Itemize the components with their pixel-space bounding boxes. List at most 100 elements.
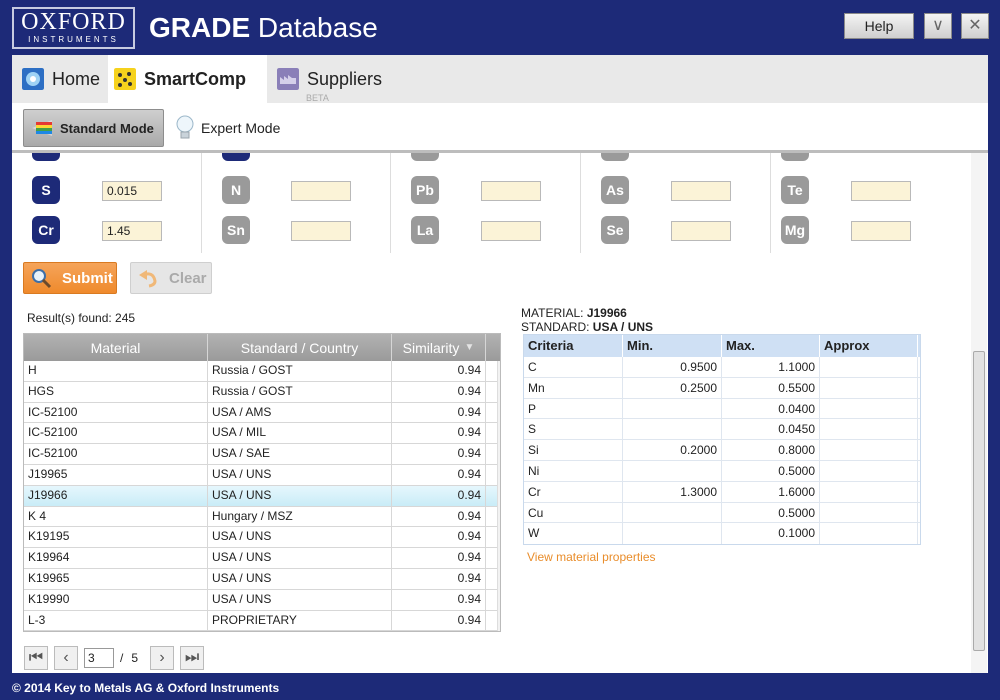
cell-min: 0.9500 (623, 357, 722, 377)
table-row[interactable]: IC-52100 USA / MIL 0.94 (24, 423, 500, 445)
cell-standard: USA / UNS (208, 568, 392, 589)
element-badge-partial (601, 153, 629, 161)
element-badge-te[interactable]: Te (781, 176, 809, 204)
cell-similarity: 0.94 (392, 589, 486, 610)
criteria-row: P 0.0400 (524, 398, 920, 420)
table-row[interactable]: J19965 USA / UNS 0.94 (24, 464, 500, 486)
table-row[interactable]: K19964 USA / UNS 0.94 (24, 548, 500, 569)
element-badge-la[interactable]: La (411, 216, 439, 244)
cell-max: 1.1000 (722, 357, 820, 377)
cell-approx (820, 398, 918, 419)
element-input-cr[interactable]: 1.45 (102, 221, 162, 241)
page-separator: / (120, 651, 124, 665)
last-page-button[interactable]: ⏭ (180, 646, 205, 670)
prism-icon (32, 120, 52, 136)
element-input-la[interactable] (481, 221, 541, 241)
tab-suppliers[interactable]: Suppliers (277, 55, 397, 103)
cell-material: IC-52100 (24, 444, 208, 464)
element-badge-mg[interactable]: Mg (781, 216, 809, 244)
table-row[interactable]: IC-52100 USA / SAE 0.94 (24, 444, 500, 465)
table-row[interactable]: L-3 PROPRIETARY 0.94 (24, 610, 500, 631)
element-input-s[interactable]: 0.015 (102, 181, 162, 201)
submit-label: Submit (62, 269, 113, 287)
element-badge-sn[interactable]: Sn (222, 216, 250, 244)
element-input-as[interactable] (671, 181, 731, 201)
results-scroll-thumb[interactable] (500, 551, 501, 607)
next-page-button[interactable]: › (150, 646, 175, 670)
element-input-mg[interactable] (851, 221, 911, 241)
element-badge-se[interactable]: Se (601, 216, 629, 244)
tab-home[interactable]: Home (22, 55, 106, 103)
cell-max: 0.5000 (722, 502, 820, 523)
element-input-te[interactable] (851, 181, 911, 201)
cell-standard: USA / UNS (208, 548, 392, 568)
cell-material: IC-52100 (24, 402, 208, 423)
app-title-bold: GRADE (149, 12, 251, 43)
cell-similarity: 0.94 (392, 464, 486, 485)
cell-approx (820, 460, 918, 481)
element-badge-pb[interactable]: Pb (411, 176, 439, 204)
app-title: GRADE Database (149, 12, 378, 44)
cell-material: J19966 (24, 485, 208, 506)
minimize-button[interactable]: ∨ (924, 13, 952, 39)
results-header: Material Standard / Country Similarity ▼ (24, 334, 500, 361)
element-badge-cr[interactable]: Cr (32, 216, 60, 244)
suppliers-icon (277, 68, 299, 90)
page-number-input[interactable]: 3 (84, 648, 114, 668)
table-row[interactable]: K19965 USA / UNS 0.94 (24, 568, 500, 590)
submit-button[interactable]: Submit (23, 262, 117, 294)
col-standard-country[interactable]: Standard / Country (208, 334, 392, 361)
table-row[interactable]: K19990 USA / UNS 0.94 (24, 589, 500, 611)
cell-material: K19964 (24, 548, 208, 568)
element-badge-s[interactable]: S (32, 176, 60, 204)
cell-material: HGS (24, 381, 208, 402)
view-material-properties-link[interactable]: View material properties (527, 550, 656, 564)
element-input-n[interactable] (291, 181, 351, 201)
expert-mode-button[interactable]: Expert Mode (175, 115, 280, 141)
help-button[interactable]: Help (844, 13, 914, 39)
element-input-sn[interactable] (291, 221, 351, 241)
chevron-down-icon: ∨ (932, 17, 944, 34)
page-scrollbar[interactable] (971, 153, 987, 673)
tab-smartcomp-label: SmartComp (144, 68, 247, 89)
prev-page-button[interactable]: ‹ (54, 646, 78, 670)
cell-material: IC-52100 (24, 423, 208, 444)
cell-material: K 4 (24, 506, 208, 527)
cell-min (623, 398, 722, 419)
cell-min (623, 460, 722, 481)
col-min: Min. (623, 335, 722, 357)
close-button[interactable]: ✕ (961, 13, 989, 39)
table-row[interactable]: J19966 USA / UNS 0.94 (24, 485, 500, 507)
table-row[interactable]: K 4 Hungary / MSZ 0.94 (24, 506, 500, 528)
table-row[interactable]: K19195 USA / UNS 0.94 (24, 527, 500, 549)
col-criteria: Criteria (524, 335, 623, 357)
standard-mode-button[interactable]: Standard Mode (23, 109, 164, 147)
page-scroll-thumb[interactable] (973, 351, 985, 651)
element-badge-partial (411, 153, 439, 161)
tab-smartcomp[interactable]: SmartComp (108, 55, 267, 103)
logo-line1: OXFORD (21, 9, 126, 35)
cell-criteria: Mn (524, 377, 623, 398)
col-material[interactable]: Material (24, 334, 208, 361)
cell-standard: USA / AMS (208, 402, 392, 423)
cell-similarity: 0.94 (392, 610, 486, 631)
clear-button[interactable]: Clear (130, 262, 212, 294)
column-divider (390, 153, 391, 253)
results-scrollbar[interactable] (497, 361, 501, 631)
table-row[interactable]: HGS Russia / GOST 0.94 (24, 381, 500, 403)
table-row[interactable]: H Russia / GOST 0.94 (24, 361, 500, 382)
cell-similarity: 0.94 (392, 444, 486, 464)
oxford-logo: OXFORD INSTRUMENTS (12, 7, 135, 49)
element-input-se[interactable] (671, 221, 731, 241)
first-page-button[interactable]: ⏮ (24, 646, 48, 670)
element-badge-as[interactable]: As (601, 176, 629, 204)
table-row[interactable]: IC-52100 USA / AMS 0.94 (24, 402, 500, 424)
cell-criteria: S (524, 419, 623, 440)
mode-bar: Standard Mode Expert Mode (12, 103, 988, 153)
col-similarity[interactable]: Similarity ▼ (392, 334, 486, 361)
material-header: MATERIAL: J19966 STANDARD: USA / UNS (521, 306, 653, 334)
cell-criteria: W (524, 523, 623, 545)
element-badge-n[interactable]: N (222, 176, 250, 204)
cell-standard: USA / UNS (208, 527, 392, 548)
element-input-pb[interactable] (481, 181, 541, 201)
